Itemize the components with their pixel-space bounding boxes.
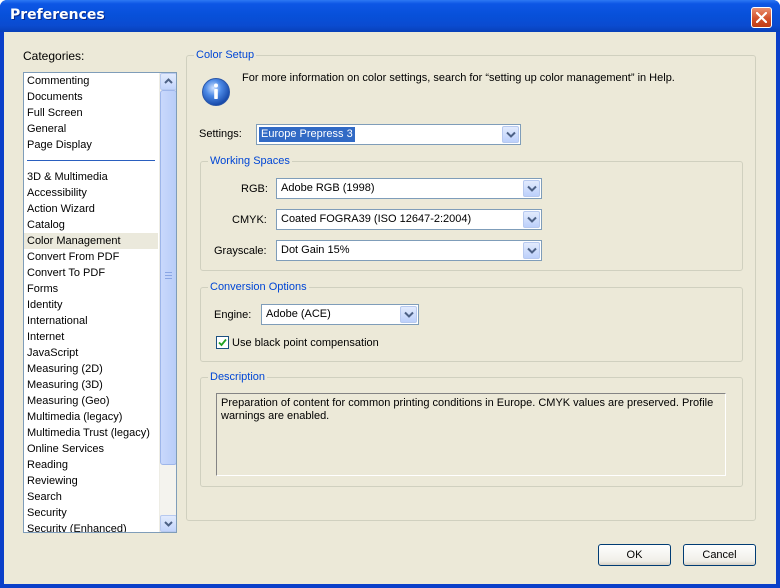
chevron-down-icon <box>527 216 537 223</box>
settings-label: Settings: <box>199 128 242 140</box>
category-item[interactable]: Forms <box>24 281 158 297</box>
rgb-dropdown[interactable]: Adobe RGB (1998) <box>276 178 542 199</box>
scroll-thumb[interactable] <box>160 90 176 465</box>
info-text: For more information on color settings, … <box>242 72 675 84</box>
conversion-options-group: Conversion Options Engine: Adobe (ACE) U… <box>200 281 743 362</box>
category-separator <box>24 153 158 169</box>
category-item[interactable]: Reviewing <box>24 473 158 489</box>
category-item[interactable]: Security (Enhanced) <box>24 521 158 532</box>
settings-value: Europe Prepress 3 <box>259 127 355 142</box>
rgb-value: Adobe RGB (1998) <box>281 182 375 194</box>
grayscale-dropdown[interactable]: Dot Gain 15% <box>276 240 542 261</box>
color-setup-group: Color Setup For more information on colo… <box>186 49 756 521</box>
category-item[interactable]: 3D & Multimedia <box>24 169 158 185</box>
engine-value: Adobe (ACE) <box>266 308 331 320</box>
scroll-down-button[interactable] <box>160 515 176 532</box>
engine-dropdown-button[interactable] <box>400 306 417 323</box>
category-item[interactable]: Online Services <box>24 441 158 457</box>
working-spaces-legend: Working Spaces <box>208 155 292 168</box>
settings-dropdown[interactable]: Europe Prepress 3 <box>256 124 521 145</box>
category-item[interactable]: Measuring (2D) <box>24 361 158 377</box>
category-item[interactable]: Convert To PDF <box>24 265 158 281</box>
close-button[interactable] <box>751 7 772 28</box>
category-item[interactable]: Reading <box>24 457 158 473</box>
chevron-down-icon <box>506 131 516 138</box>
description-text: Preparation of content for common printi… <box>216 393 726 476</box>
ok-button[interactable]: OK <box>598 544 671 566</box>
black-point-label[interactable]: Use black point compensation <box>232 337 379 349</box>
rgb-dropdown-button[interactable] <box>523 180 540 197</box>
category-item-selected[interactable]: Color Management <box>24 233 158 249</box>
category-item[interactable]: Security <box>24 505 158 521</box>
categories-items: Commenting Documents Full Screen General… <box>24 73 158 532</box>
category-item[interactable]: Page Display <box>24 137 158 153</box>
category-item[interactable]: Accessibility <box>24 185 158 201</box>
category-item[interactable]: General <box>24 121 158 137</box>
cmyk-dropdown-button[interactable] <box>523 211 540 228</box>
category-item[interactable]: Commenting <box>24 73 158 89</box>
category-item[interactable]: Documents <box>24 89 158 105</box>
cancel-button[interactable]: Cancel <box>683 544 756 566</box>
dialog-body: Categories: Commenting Documents Full Sc… <box>4 32 776 584</box>
cmyk-dropdown[interactable]: Coated FOGRA39 (ISO 12647-2:2004) <box>276 209 542 230</box>
category-item[interactable]: Full Screen <box>24 105 158 121</box>
chevron-down-icon <box>527 247 537 254</box>
category-item[interactable]: Measuring (3D) <box>24 377 158 393</box>
category-item[interactable]: Convert From PDF <box>24 249 158 265</box>
cmyk-label: CMYK: <box>232 214 267 226</box>
category-item[interactable]: International <box>24 313 158 329</box>
chevron-down-icon <box>527 185 537 192</box>
engine-dropdown[interactable]: Adobe (ACE) <box>261 304 419 325</box>
preferences-window: Preferences Categories: Commenting Docum… <box>0 0 780 588</box>
chevron-down-icon <box>404 311 414 318</box>
color-setup-legend: Color Setup <box>194 49 257 62</box>
description-group: Description Preparation of content for c… <box>200 371 743 487</box>
window-title: Preferences <box>10 7 105 23</box>
category-item[interactable]: Multimedia (legacy) <box>24 409 158 425</box>
info-icon <box>202 78 230 106</box>
description-legend: Description <box>208 371 268 384</box>
category-item[interactable]: Action Wizard <box>24 201 158 217</box>
close-icon <box>756 12 767 23</box>
category-item[interactable]: JavaScript <box>24 345 158 361</box>
working-spaces-group: Working Spaces RGB: Adobe RGB (1998) CMY… <box>200 155 743 271</box>
categories-label: Categories: <box>23 49 85 63</box>
scroll-up-button[interactable] <box>160 73 176 90</box>
chevron-up-icon <box>164 78 173 84</box>
cmyk-value: Coated FOGRA39 (ISO 12647-2:2004) <box>281 213 472 225</box>
category-item[interactable]: Identity <box>24 297 158 313</box>
categories-list[interactable]: Commenting Documents Full Screen General… <box>23 72 177 533</box>
black-point-checkbox[interactable] <box>216 336 229 349</box>
categories-scrollbar[interactable] <box>159 73 176 532</box>
chevron-down-icon <box>164 521 173 527</box>
engine-label: Engine: <box>214 309 252 321</box>
category-item[interactable]: Catalog <box>24 217 158 233</box>
grayscale-value: Dot Gain 15% <box>281 244 350 256</box>
check-icon <box>218 338 227 347</box>
title-bar[interactable]: Preferences <box>0 0 780 32</box>
grayscale-dropdown-button[interactable] <box>523 242 540 259</box>
category-item[interactable]: Multimedia Trust (legacy) <box>24 425 158 441</box>
category-item[interactable]: Search <box>24 489 158 505</box>
grayscale-label: Grayscale: <box>214 245 267 257</box>
category-item[interactable]: Internet <box>24 329 158 345</box>
settings-dropdown-button[interactable] <box>502 126 519 143</box>
category-item[interactable]: Measuring (Geo) <box>24 393 158 409</box>
conversion-options-legend: Conversion Options <box>208 281 309 294</box>
rgb-label: RGB: <box>241 183 268 195</box>
